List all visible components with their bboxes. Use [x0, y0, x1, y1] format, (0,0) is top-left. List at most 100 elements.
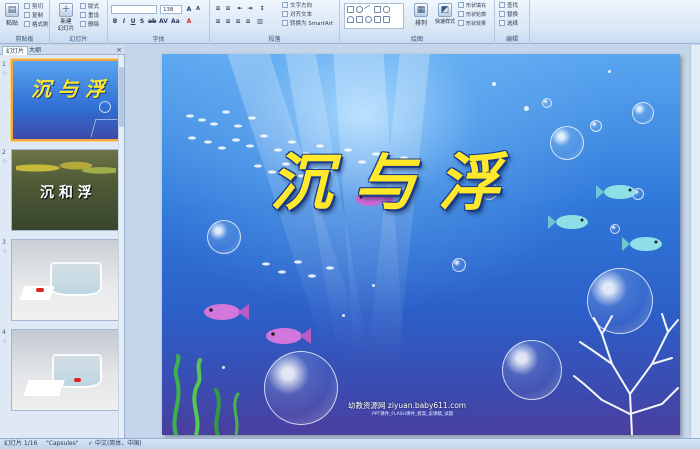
object-photo [36, 288, 44, 292]
char-spacing-icon[interactable]: AV [158, 17, 168, 25]
change-case-icon[interactable]: Aa [170, 17, 180, 25]
shrink-font-icon[interactable]: A [194, 5, 202, 13]
shape-outline-button[interactable]: 形状轮廓 [458, 11, 486, 19]
font-color-icon[interactable]: A [185, 17, 193, 25]
shape-fill-button[interactable]: 形状填充 [458, 2, 486, 10]
delete-slide-button[interactable]: 删除 [80, 21, 99, 29]
arc-icon[interactable] [347, 16, 354, 23]
bullets-icon[interactable]: ≡ [214, 4, 222, 12]
oval-icon[interactable] [356, 6, 363, 13]
animation-icon: ☆ [2, 158, 8, 165]
rectangle-icon[interactable] [347, 6, 354, 13]
copy-button[interactable]: 复制 [24, 12, 43, 20]
slide-thumbnail-3[interactable] [11, 239, 121, 321]
group-label: 幻灯片 [69, 36, 88, 43]
select-button[interactable]: 选择 [499, 20, 518, 28]
shape-effects-button[interactable]: 形状效果 [458, 20, 486, 28]
brush-icon [24, 21, 30, 27]
quick-styles-button[interactable]: ◩ 快速样式 [433, 3, 457, 27]
justify-icon[interactable]: ≡ [244, 17, 252, 25]
decrease-indent-icon[interactable]: ⇤ [236, 4, 244, 12]
paragraph-group: ≡ ≡ ⇤ ⇥ ↕ ≡ ≡ ≡ ≡ ▥ 文字方向 对齐文本 转换为 SmartA… [210, 0, 340, 44]
watermark-text: 幼教资源网 ziyuan.baby611.com [348, 401, 467, 410]
format-painter-button[interactable]: 格式刷 [24, 21, 49, 29]
bubble-decoration [99, 101, 111, 113]
tab-outline[interactable]: 大纲 [26, 46, 44, 55]
star-icon[interactable] [383, 16, 390, 23]
arrow-icon[interactable] [356, 16, 363, 23]
shadow-icon[interactable]: S [138, 17, 146, 25]
italic-icon[interactable]: I [120, 17, 128, 25]
align-text-button[interactable]: 对齐文本 [282, 11, 312, 19]
outline-icon [458, 11, 464, 17]
reset-button[interactable]: 重设 [80, 12, 99, 20]
powerpoint-window: ▤ 粘贴 剪切 复制 格式刷 剪贴板 ＋新建 幻灯片 版式 重设 删除 幻灯片 1… [0, 0, 700, 449]
circle-icon[interactable] [365, 16, 372, 23]
arrange-button[interactable]: ▦ 排列 [410, 3, 432, 27]
slide-canvas[interactable]: 沉与浮 幼教资源网 ziyuan.baby611.com PPT课件_FLASH… [162, 54, 680, 435]
coral-icon [573, 313, 679, 435]
binoculars-icon [499, 2, 505, 8]
slide-title[interactable]: 沉与浮 [270, 132, 522, 222]
reset-icon [80, 12, 86, 18]
shapes-gallery[interactable] [344, 3, 404, 29]
panel-tabs: 幻灯片 大纲 × [0, 45, 125, 55]
paste-button[interactable]: ▤ 粘贴 [3, 3, 21, 27]
triangle-icon[interactable] [374, 16, 381, 23]
strikethrough-icon[interactable]: ab [147, 17, 156, 25]
new-slide-button[interactable]: ＋新建 幻灯片 [55, 3, 77, 32]
object-photo [74, 378, 81, 382]
group-label: 字体 [152, 36, 165, 43]
align-left-icon[interactable]: ≡ [214, 17, 222, 25]
panel-scrollbar[interactable] [118, 55, 124, 438]
watermark-subtext: PPT课件_FLASH课件_教案_说课稿_试题 [372, 412, 454, 417]
animation-icon: ☆ [2, 338, 8, 345]
find-button[interactable]: 查找 [499, 2, 518, 10]
tab-slides[interactable]: 幻灯片 [2, 46, 29, 55]
columns-icon[interactable]: ▥ [256, 17, 264, 25]
grow-font-icon[interactable]: A [185, 5, 193, 13]
cut-button[interactable]: 剪切 [24, 3, 43, 11]
group-label: 段落 [268, 36, 281, 43]
textbox-icon[interactable] [374, 6, 381, 13]
lily-pad-decoration [16, 156, 116, 180]
layout-button[interactable]: 版式 [80, 3, 99, 11]
slide-thumbnail-4[interactable] [11, 329, 121, 411]
line-icon[interactable] [363, 4, 374, 15]
replace-button[interactable]: 替换 [499, 11, 518, 19]
slide-thumbnail-1[interactable]: 沉 与 浮 [11, 59, 121, 141]
workspace-scrollbar[interactable] [690, 45, 700, 438]
increase-indent-icon[interactable]: ⇥ [246, 4, 254, 12]
align-center-icon[interactable]: ≡ [224, 17, 232, 25]
close-icon[interactable]: × [116, 46, 122, 54]
new-slide-icon: ＋ [59, 3, 73, 17]
smartart-button[interactable]: 转换为 SmartArt [282, 20, 333, 28]
underline-icon[interactable]: U [129, 17, 137, 25]
blue-fish-icon [596, 185, 636, 199]
slide-workspace: 沉与浮 幼教资源网 ziyuan.baby611.com PPT课件_FLASH… [126, 45, 700, 438]
blue-fish-icon [548, 215, 588, 229]
font-size-combo[interactable]: 138 [160, 5, 182, 14]
text-direction-icon [282, 2, 288, 8]
animation-icon: ☆ [2, 248, 8, 255]
align-right-icon[interactable]: ≡ [234, 17, 242, 25]
scroll-thumb[interactable] [119, 67, 124, 127]
seaweed-icon [172, 354, 240, 435]
rounded-rect-icon[interactable] [383, 6, 390, 13]
slide-thumbnail-2[interactable]: 沉 和 浮 [11, 149, 121, 231]
text-direction-button[interactable]: 文字方向 [282, 2, 312, 10]
paper-photo [23, 380, 65, 396]
font-name-combo[interactable] [111, 5, 157, 14]
spellcheck-icon: ✓ [88, 440, 95, 447]
quick-styles-icon: ◩ [438, 3, 452, 17]
theme-name: "Capsules" [46, 440, 79, 447]
slide-number: 3 [2, 239, 6, 246]
slides-group: ＋新建 幻灯片 版式 重设 删除 幻灯片 [50, 0, 108, 44]
cursor-icon [499, 20, 505, 26]
arrange-icon: ▦ [414, 3, 428, 17]
paste-icon: ▤ [5, 3, 19, 17]
bold-icon[interactable]: B [111, 17, 119, 25]
copy-icon [24, 12, 30, 18]
numbering-icon[interactable]: ≡ [224, 4, 232, 12]
line-spacing-icon[interactable]: ↕ [258, 4, 266, 12]
